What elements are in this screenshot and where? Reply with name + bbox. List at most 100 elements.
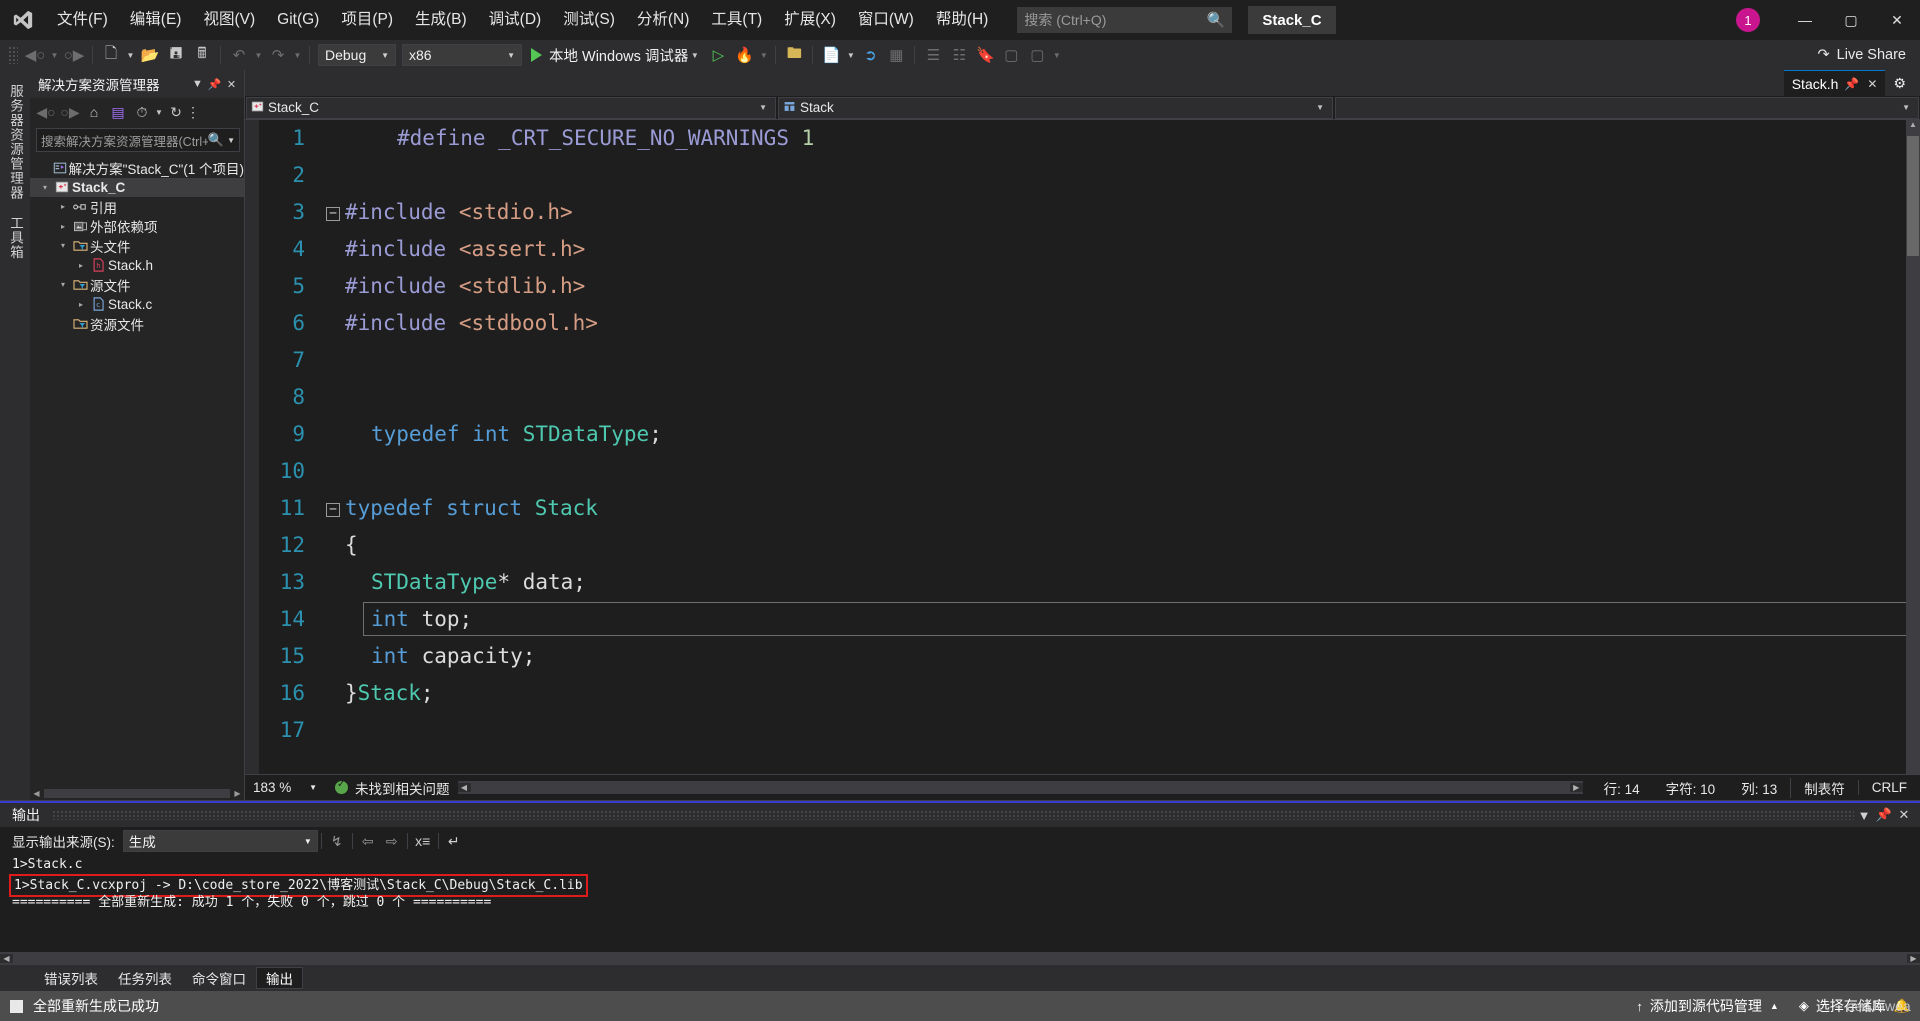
eol-mode[interactable]: CRLF	[1857, 780, 1920, 795]
code-line[interactable]: 15 int capacity;	[259, 638, 1920, 675]
zoom-select[interactable]: 183 % ▼	[249, 778, 321, 798]
code-line[interactable]: 8	[259, 379, 1920, 416]
undo-icon[interactable]: ↶	[226, 43, 252, 67]
new-item-caret-icon[interactable]: ▼	[124, 43, 137, 67]
tree-item-resource-files[interactable]: 资源文件	[30, 314, 244, 334]
menu-test[interactable]: 测试(S)	[552, 0, 626, 40]
next-message-icon[interactable]: ⇨	[380, 830, 404, 852]
home-icon[interactable]: ⌂	[82, 101, 106, 123]
show-all-files-icon[interactable]: 🖿	[781, 43, 807, 67]
twisty-icon[interactable]: ▸	[56, 222, 70, 231]
prev-message-icon[interactable]: ⇦	[356, 830, 380, 852]
pin-icon[interactable]: 📌	[1844, 77, 1859, 91]
issues-indicator[interactable]: 未找到相关问题	[335, 778, 450, 798]
menu-build[interactable]: 生成(B)	[404, 0, 478, 40]
tree-item-stack-h[interactable]: ▸ h Stack.h	[30, 256, 244, 276]
history-caret-icon[interactable]: ▼	[154, 101, 164, 123]
menu-window[interactable]: 窗口(W)	[847, 0, 925, 40]
close-icon[interactable]: ✕	[1867, 77, 1877, 91]
code-line[interactable]: 9 typedef int STDataType;	[259, 416, 1920, 453]
tree-item-stack-c[interactable]: ▸ c Stack.c	[30, 295, 244, 315]
pin-icon[interactable]: 📌	[206, 78, 223, 91]
new-item-icon[interactable]: 🗋	[98, 43, 124, 67]
arrow-forward-icon[interactable]: ○▶	[58, 101, 82, 123]
breakpoint-gutter[interactable]	[245, 120, 259, 774]
code-line[interactable]: 5 #include <stdlib.h>	[259, 268, 1920, 305]
menu-analyze[interactable]: 分析(N)	[626, 0, 701, 40]
output-text[interactable]: 1>Stack.c 1>Stack_C.vcxproj -> D:\code_st…	[0, 855, 1920, 952]
fold-toggle-icon[interactable]: −	[321, 194, 345, 231]
code-line[interactable]: 14 int top;	[259, 601, 1920, 638]
start-debugging-caret-icon[interactable]: ▼	[688, 43, 701, 67]
search-input[interactable]: 搜索 (Ctrl+Q) 🔍	[1017, 7, 1233, 33]
arrow-back-icon[interactable]: ◀○	[34, 101, 58, 123]
toolbox-icon[interactable]: ☰	[920, 43, 946, 67]
code-lines[interactable]: 1 #define _CRT_SECURE_NO_WARNINGS 1 2 3− #in…	[259, 120, 1920, 774]
code-line[interactable]: 17	[259, 712, 1920, 749]
redo-caret-icon[interactable]: ▼	[291, 43, 304, 67]
twisty-icon[interactable]: ▸	[56, 202, 70, 211]
toolbar-grip[interactable]	[8, 46, 18, 64]
twisty-icon[interactable]: ▾	[38, 183, 52, 192]
output-horizontal-scrollbar[interactable]: ◀ ▶	[0, 952, 1920, 965]
play-outline-icon[interactable]: ▷	[705, 43, 731, 67]
select-repository-button[interactable]: ◈ 选择存储库 aeaJawea 🔔	[1789, 991, 1920, 1021]
save-icon[interactable]: 🖪	[163, 43, 189, 67]
tree-item-source-files[interactable]: ▾ 源文件	[30, 275, 244, 295]
scroll-right-icon[interactable]: ▶	[1907, 954, 1920, 963]
code-line[interactable]: 11− typedef struct Stack	[259, 490, 1920, 527]
back-dropdown-caret-icon[interactable]: ▼	[48, 43, 61, 67]
tree-item-external-dependencies[interactable]: ▸ 外部依赖项	[30, 217, 244, 237]
bookmark-next-icon[interactable]: ▢	[998, 43, 1024, 67]
menu-git[interactable]: Git(G)	[266, 0, 330, 40]
code-line[interactable]: 4 #include <assert.h>	[259, 231, 1920, 268]
save-all-icon[interactable]: 🖩	[189, 43, 215, 67]
scroll-left-icon[interactable]: ◀	[30, 789, 43, 798]
bookmark-icon[interactable]: 🔖	[972, 43, 998, 67]
document-tab-menu[interactable]: ⚙	[1885, 70, 1914, 96]
navbar-member-select[interactable]: ▼	[1335, 96, 1919, 119]
code-line[interactable]: 10	[259, 453, 1920, 490]
code-line[interactable]: 1 #define _CRT_SECURE_NO_WARNINGS 1	[259, 120, 1920, 157]
menu-help[interactable]: 帮助(H)	[925, 0, 1000, 40]
refresh-icon[interactable]: ↻	[164, 101, 188, 123]
properties-icon[interactable]: 📄	[818, 43, 844, 67]
bookmark-prev-icon[interactable]: ▢	[1024, 43, 1050, 67]
document-tab-stack-h[interactable]: Stack.h 📌 ✕	[1783, 70, 1886, 96]
code-line[interactable]: 7	[259, 342, 1920, 379]
tree-item-project[interactable]: ▾ Stack_C	[30, 177, 244, 197]
list-icon[interactable]: ☷	[946, 43, 972, 67]
scroll-left-icon[interactable]: ◀	[457, 783, 471, 792]
twisty-icon[interactable]: ▸	[74, 300, 88, 309]
menu-project[interactable]: 项目(P)	[330, 0, 404, 40]
clear-all-icon[interactable]: x≡	[411, 830, 435, 852]
scroll-up-icon[interactable]: ▲	[1906, 120, 1920, 134]
code-line[interactable]: 2	[259, 157, 1920, 194]
collapse-all-icon[interactable]: ⋮	[186, 101, 200, 123]
editor-horizontal-scrollbar[interactable]: ◀ ▶	[457, 781, 1583, 794]
tab-command-window[interactable]: 命令窗口	[182, 967, 256, 989]
tab-task-list[interactable]: 任务列表	[108, 967, 182, 989]
solution-search-input[interactable]: 搜索解决方案资源管理器(Ctrl+;) 🔍 ▼	[36, 128, 240, 152]
add-to-source-control-button[interactable]: ↑ 添加到源代码管理 ▲	[1626, 991, 1788, 1021]
history-icon[interactable]: ⏱	[130, 101, 154, 123]
rail-tab-toolbox[interactable]: 工具箱	[3, 208, 27, 268]
output-source-select[interactable]: 生成 ▼	[122, 830, 318, 852]
code-line[interactable]: 16}Stack;	[259, 675, 1920, 712]
chevron-down-icon[interactable]: ▼	[1854, 808, 1874, 823]
columns-icon[interactable]: ▦	[883, 43, 909, 67]
tab-error-list[interactable]: 错误列表	[34, 967, 108, 989]
live-share-button[interactable]: ↷ Live Share	[1818, 47, 1906, 63]
twisty-icon[interactable]: ▾	[56, 241, 70, 250]
menu-debug[interactable]: 调试(D)	[478, 0, 553, 40]
code-line[interactable]: 12 {	[259, 527, 1920, 564]
code-line[interactable]: 3− #include <stdio.h>	[259, 194, 1920, 231]
close-button[interactable]: ✕	[1874, 0, 1920, 40]
open-folder-icon[interactable]: 📂	[137, 43, 163, 67]
menu-file[interactable]: 文件(F)	[46, 0, 119, 40]
vs-pending-changes-icon[interactable]: ▤	[106, 101, 130, 123]
solution-name-chip[interactable]: Stack_C	[1248, 6, 1336, 34]
tree-item-references[interactable]: ▸ 引用	[30, 197, 244, 217]
menu-view[interactable]: 视图(V)	[192, 0, 266, 40]
scroll-right-icon[interactable]: ▶	[1569, 783, 1583, 792]
